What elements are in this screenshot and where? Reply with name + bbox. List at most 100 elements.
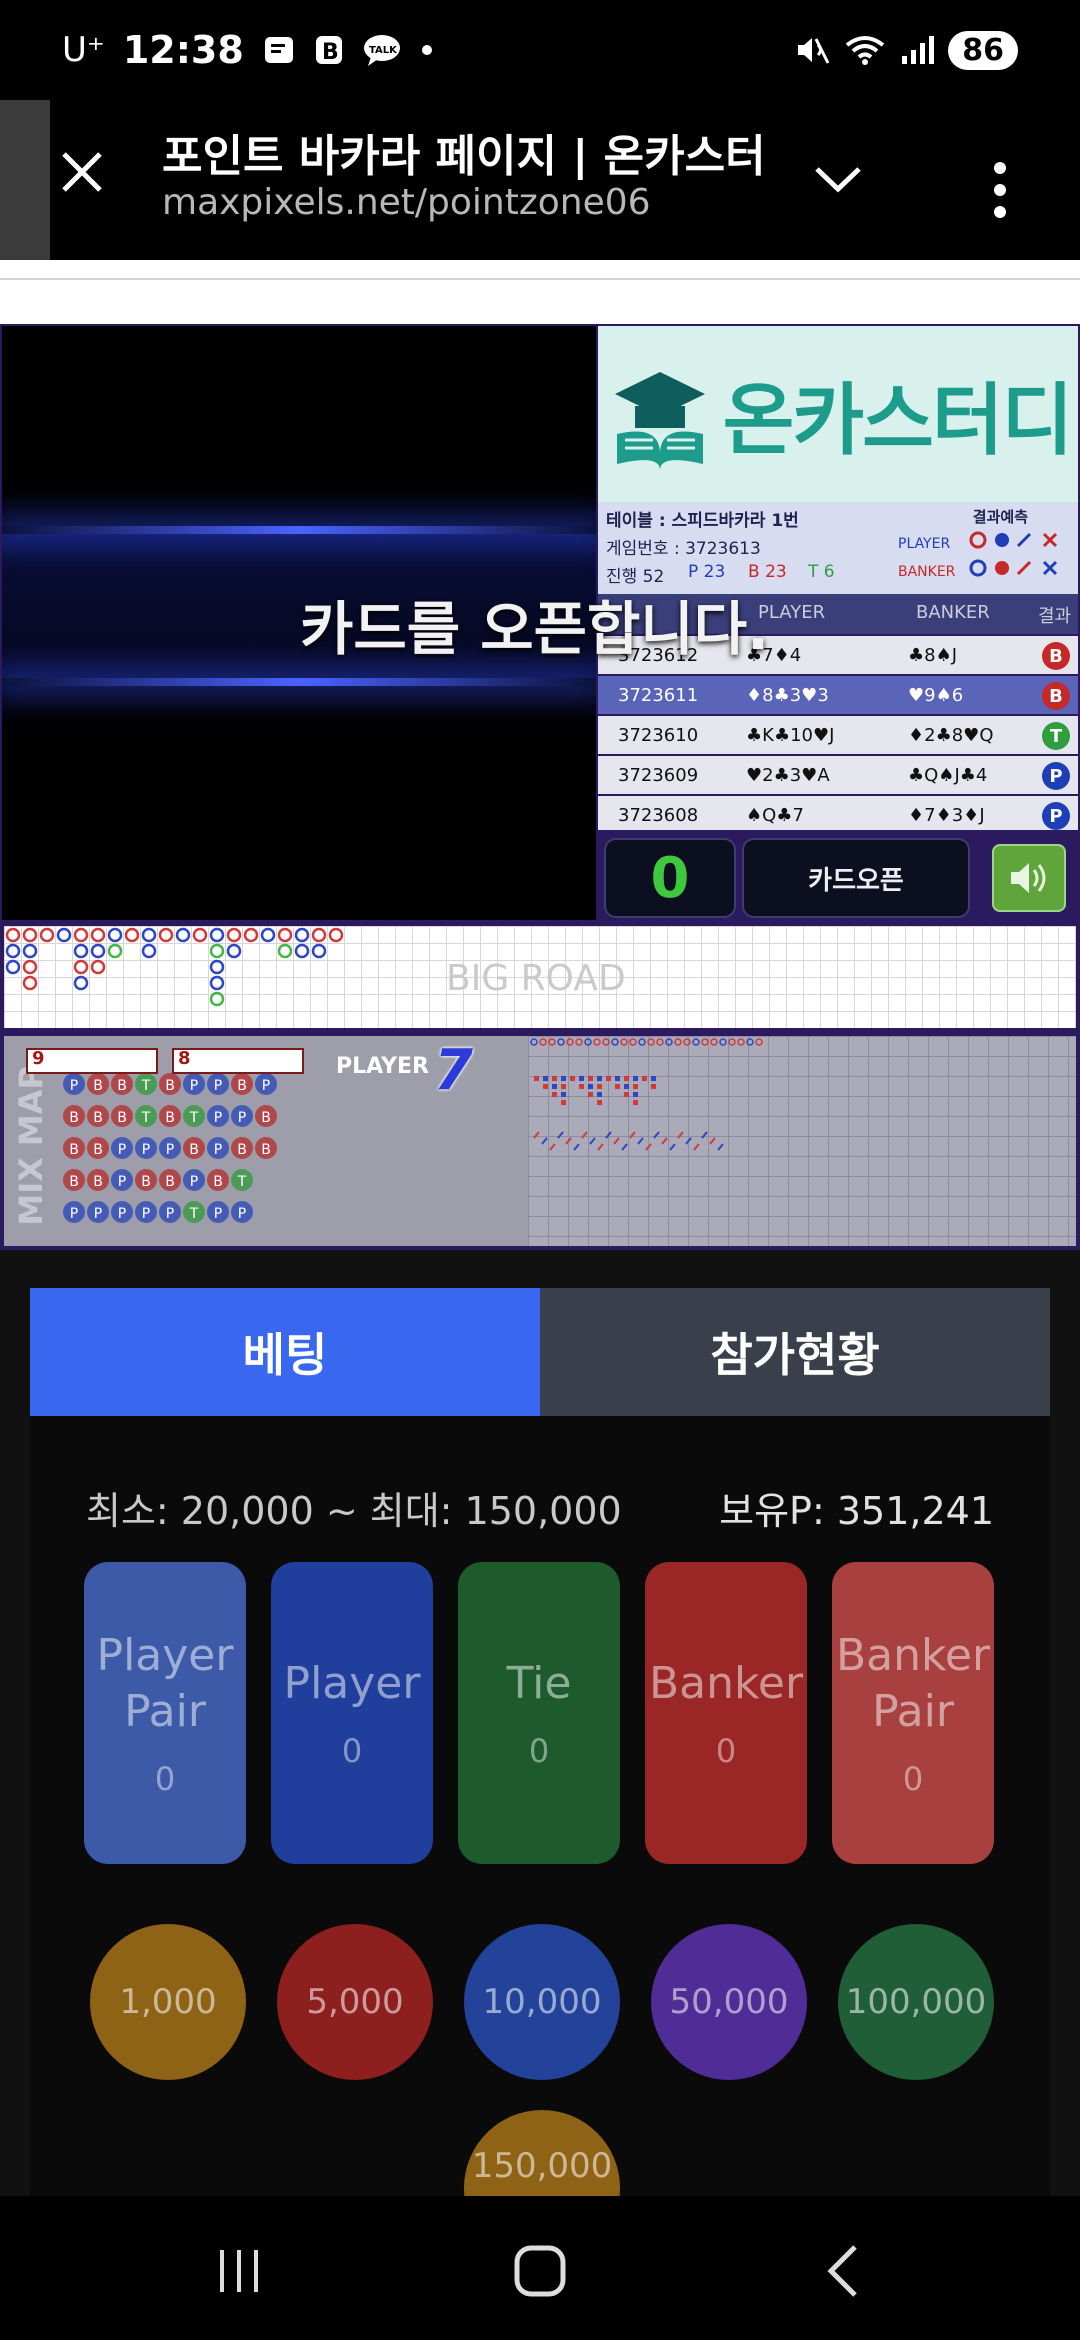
bead-mark: B [111, 1105, 133, 1127]
result-badge: P [1042, 802, 1070, 830]
chip-10000[interactable]: 10,000 [464, 1924, 620, 2080]
speaker-icon [1011, 863, 1046, 893]
big-road-mark [90, 927, 106, 943]
cockroach-road-mark [629, 1131, 636, 1139]
svg-text:P: P [262, 1078, 270, 1094]
cockroach-road-mark [581, 1131, 588, 1139]
bet-amount: 0 [902, 1760, 924, 1798]
big-road-mark [5, 959, 21, 975]
game-number: 게임번호 : 3723613 [606, 539, 761, 559]
svg-text:P: P [118, 1142, 126, 1158]
close-icon [62, 152, 102, 192]
wifi-icon [844, 33, 886, 67]
banker-count: B 23 [748, 562, 787, 582]
bead-mark: P [135, 1137, 157, 1159]
cockroach-road-mark [613, 1137, 620, 1145]
eye-road-mark [557, 1038, 565, 1046]
chip-50000[interactable]: 50,000 [651, 1924, 807, 2080]
bet-option-player-pair[interactable]: Player Pair 0 [84, 1562, 246, 1864]
bet-option-label: Tie [506, 1658, 572, 1709]
player-cards: ♦8♣3♥3 [746, 685, 829, 706]
big-road-mark [226, 943, 242, 959]
bet-option-banker-pair[interactable]: Banker Pair 0 [832, 1562, 994, 1864]
tab-betting[interactable]: 베팅 [30, 1288, 540, 1416]
small-road-mark [624, 1084, 629, 1089]
screen: { "status_bar": { "carrier": "U⁺", "time… [0, 0, 1080, 2340]
bet-option-player[interactable]: Player 0 [271, 1562, 433, 1864]
bead-mark: B [255, 1137, 277, 1159]
chip-1000[interactable]: 1,000 [90, 1924, 246, 2080]
sound-button[interactable] [992, 844, 1066, 912]
big-road-mark [209, 959, 225, 975]
svg-text:T: T [237, 1174, 247, 1190]
expand-button[interactable] [808, 148, 868, 208]
clock: 12:38 [122, 28, 244, 72]
bead-mark: P [87, 1201, 109, 1223]
svg-text:B: B [117, 1078, 127, 1094]
small-road-mark [633, 1076, 638, 1081]
eye-road-mark [575, 1038, 583, 1046]
bead-mark: P [159, 1201, 181, 1223]
svg-text:P: P [214, 1206, 222, 1222]
control-row: 0 카드오픈 [598, 830, 1078, 920]
eye-road-mark [629, 1038, 637, 1046]
svg-text:B: B [69, 1142, 79, 1158]
graduation-cap-icon [614, 372, 705, 470]
bead-mark: B [183, 1137, 205, 1159]
round-id: 3723610 [618, 725, 699, 746]
bead-mark: B [87, 1073, 109, 1095]
cockroach-road-mark [685, 1137, 692, 1145]
card-open-button[interactable]: 카드오픈 [742, 838, 970, 918]
eye-road-mark [665, 1038, 673, 1046]
big-road-mark [124, 927, 140, 943]
big-road-mark [107, 943, 123, 959]
bead-mark: P [231, 1105, 253, 1127]
big-road-mark [5, 927, 21, 943]
bead-mark: B [87, 1169, 109, 1191]
player-count: P 23 [688, 562, 726, 582]
tab-participation[interactable]: 참가현황 [540, 1288, 1050, 1416]
bead-mark: T [231, 1169, 253, 1191]
home-button[interactable] [505, 2236, 575, 2306]
betting-panel: 최소: 20,000 ~ 최대: 150,000 보유P: 351,241 Pl… [30, 1416, 1050, 2196]
back-button[interactable] [808, 2236, 878, 2306]
bet-option-banker[interactable]: Banker 0 [645, 1562, 807, 1864]
close-button[interactable] [52, 142, 112, 202]
bet-amount: 0 [154, 1760, 176, 1798]
big-road-mark [73, 975, 89, 991]
big-road-mark [90, 943, 106, 959]
big-road-mark [39, 927, 55, 943]
big-road-label: BIG ROAD [446, 958, 626, 999]
bet-option-tie[interactable]: Tie 0 [458, 1562, 620, 1864]
svg-text:T: T [141, 1110, 151, 1126]
bead-mark: B [135, 1169, 157, 1191]
svg-text:P: P [70, 1206, 78, 1222]
logo-text: 온카스터디 [722, 376, 1074, 466]
cockroach-road-mark [701, 1131, 708, 1139]
bead-mark: B [255, 1105, 277, 1127]
b-app-icon: B [314, 34, 344, 66]
derived-roads [528, 1036, 1076, 1246]
bead-mark: P [183, 1169, 205, 1191]
recent-apps-button[interactable] [204, 2236, 274, 2306]
banker-cards: ♣8♠J [908, 645, 958, 666]
chevron-down-icon [815, 167, 861, 193]
chip-5000[interactable]: 5,000 [277, 1924, 433, 2080]
banker-cards: ♥9♠6 [908, 685, 964, 706]
tie-count: T 6 [808, 562, 835, 582]
history-row: 3723610 ♣K♣10♥J ♦2♣8♥Q T [598, 716, 1078, 756]
more-options-button[interactable] [970, 150, 1030, 230]
page-top-strip [0, 260, 1080, 324]
eye-road-mark [611, 1038, 619, 1046]
big-road-mark [277, 943, 293, 959]
bead-mark: B [87, 1105, 109, 1127]
small-road-mark [552, 1092, 557, 1097]
page-url[interactable]: maxpixels.net/pointzone06 [162, 182, 651, 223]
svg-text:P: P [142, 1142, 150, 1158]
prediction-icons[interactable] [968, 530, 1072, 590]
cockroach-road-mark [677, 1131, 684, 1139]
eye-road-mark [746, 1038, 754, 1046]
cockroach-road-mark [661, 1137, 668, 1145]
chip-100000[interactable]: 100,000 [838, 1924, 994, 2080]
chip-150000[interactable]: 150,000 [464, 2110, 620, 2196]
